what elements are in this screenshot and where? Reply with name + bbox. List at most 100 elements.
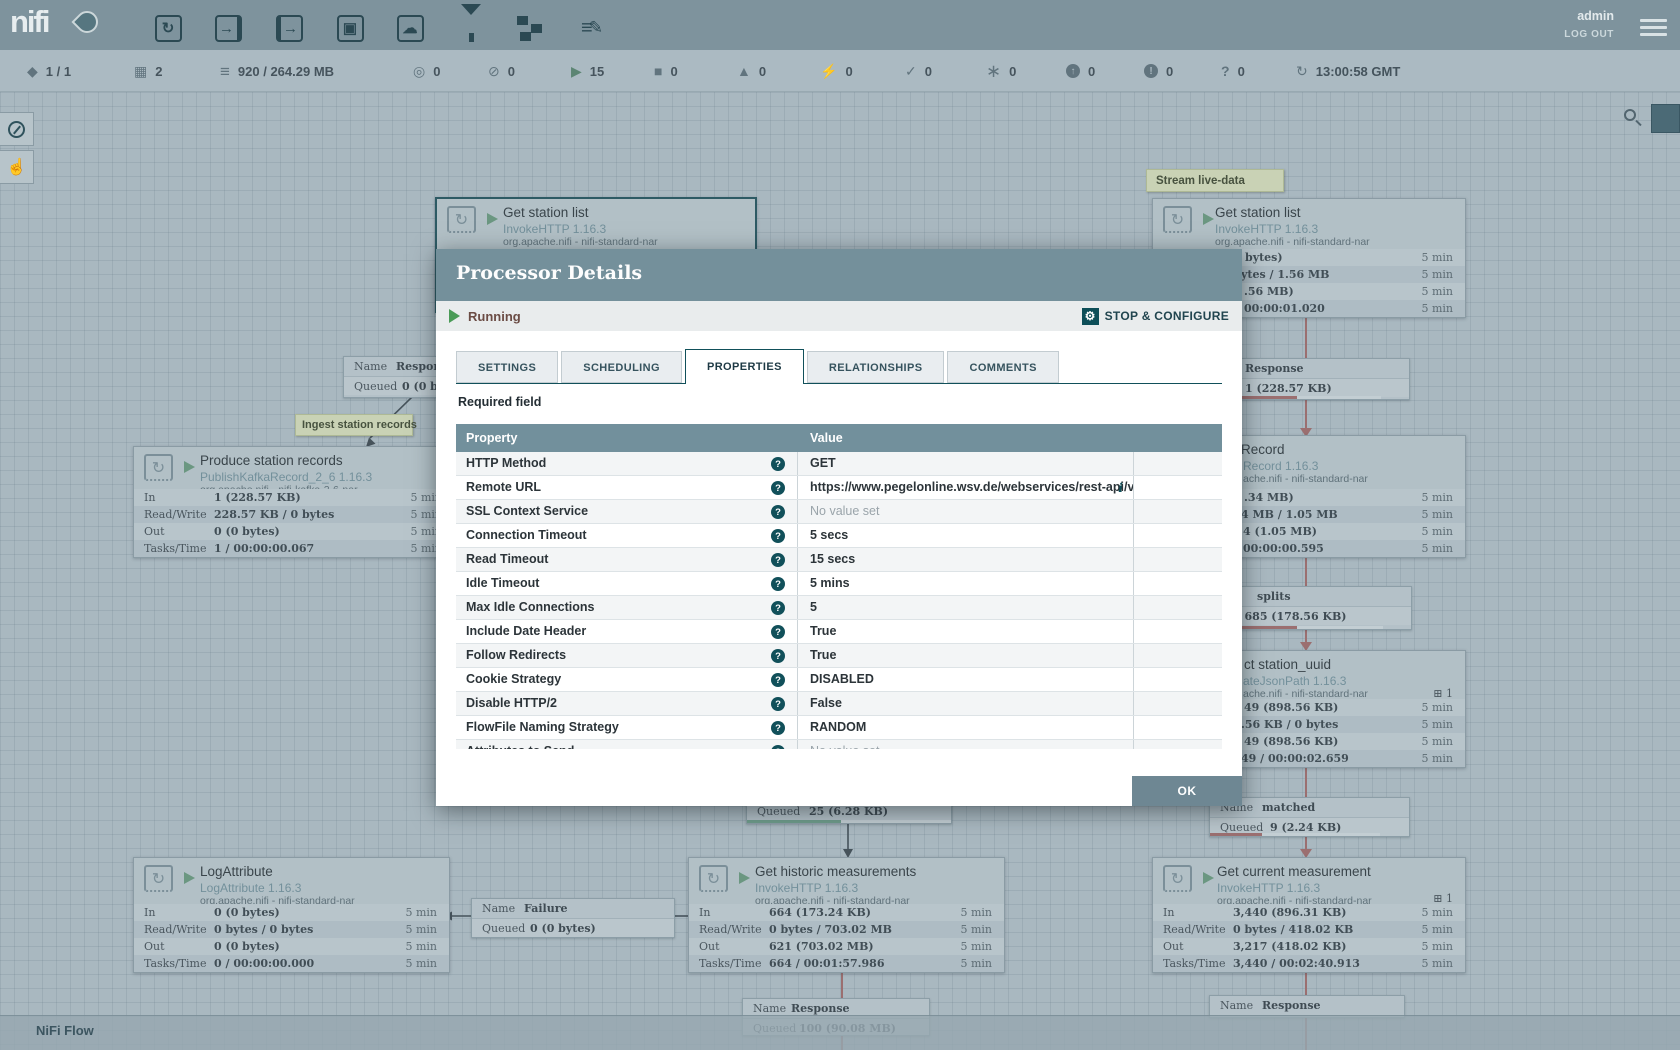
queued-icon: ≡ [220,63,230,80]
properties-table: Property Value HTTP Method? GET Remote U… [456,424,1222,749]
disabled-icon: ⚡ [820,64,837,78]
tab-comments[interactable]: COMMENTS [947,351,1058,383]
dialog-title: Processor Details [456,262,642,284]
gear-icon: ⚙ [1082,308,1099,325]
processor-title: Produce station records [200,453,343,468]
stop-and-configure-button[interactable]: ⚙ STOP & CONFIGURE [1082,308,1229,325]
info-icon[interactable]: i [1118,476,1123,499]
property-row: Connection Timeout? 5 secs [456,524,1222,548]
property-row: Follow Redirects? True [456,644,1222,668]
processor-stats: In3,440 (896.31 KB)5 min Read/Write0 byt… [1153,904,1465,972]
processor-stats: In664 (173.24 KB)5 min Read/Write0 bytes… [689,904,1004,972]
processor-title: Get station list [503,205,589,220]
search-toggle-button[interactable] [1651,104,1680,133]
status-bar: ◆1 / 1 ▦2 ≡920 / 264.29 MB ◎0 ⊘0 ▶15 ■0 … [0,50,1680,92]
status-not-transmitting: ⊘0 [488,50,515,92]
breadcrumb[interactable]: NiFi Flow [36,1023,94,1038]
help-icon[interactable]: ? [771,697,785,711]
processor-stats: In0 (0 bytes)5 min Read/Write0 bytes / 0… [134,904,449,972]
status-locally-modified-stale: !0 [1144,50,1173,92]
processor-log-attribute[interactable]: ↻ LogAttribute LogAttribute 1.16.3 org.a… [133,857,450,973]
hand-icon: ☝ [7,157,27,177]
global-menu-icon[interactable] [1640,15,1667,40]
search-icon[interactable] [1624,109,1636,121]
property-row: HTTP Method? GET [456,452,1222,476]
processor-bundle: org.apache.nifi - nifi-standard-nar [1215,236,1370,248]
nifi-drop-icon [71,6,102,37]
status-stopped: ■0 [654,50,678,92]
help-icon[interactable]: ? [771,601,785,615]
dialog-status-row: Running ⚙ STOP & CONFIGURE [436,301,1242,331]
running-status-icon [449,309,460,323]
processor-stats: In1 (228.57 KB)5 min Read/Write228.57 KB… [134,489,454,557]
invalid-icon: ▲ [737,64,751,78]
tab-settings[interactable]: SETTINGS [456,351,558,383]
status-up-to-date: ✓0 [905,50,932,92]
processor-produce-station-records[interactable]: ↻ Produce station records PublishKafkaRe… [133,446,455,558]
help-icon[interactable]: ? [771,721,785,735]
label-stream-live-data[interactable]: Stream live-data [1146,169,1284,192]
help-icon[interactable]: ? [771,505,785,519]
dialog-header: Processor Details [436,249,1242,301]
running-status-label: Running [468,309,521,324]
property-row: Idle Timeout? 5 mins [456,572,1222,596]
help-icon[interactable]: ? [771,553,785,567]
processor-icon: ↻ [144,865,173,892]
help-icon[interactable]: ? [771,745,785,749]
processor-title: Get station list [1215,205,1301,220]
status-stale: ↑0 [1066,50,1095,92]
stale-icon: ↑ [1066,64,1080,78]
drag-template-icon[interactable] [512,11,548,45]
property-row: Max Idle Connections? 5 [456,596,1222,620]
property-row: Include Date Header? True [456,620,1222,644]
help-icon[interactable]: ? [771,529,785,543]
sync-failure-icon: ? [1221,64,1230,78]
drag-label-icon[interactable]: ≡✎ [574,11,610,45]
threads-icon: ▦ [134,64,147,78]
processor-get-current-measurement[interactable]: ↻ Get current measurement InvokeHTTP 1.1… [1152,857,1466,973]
property-row-clipped: Attributes to Send? No value set [456,740,1222,749]
status-disabled: ⚡0 [820,50,853,92]
processor-type: InvokeHTTP 1.16.3 [1215,222,1318,236]
processor-title: Record [1241,442,1285,457]
help-icon[interactable]: ? [771,577,785,591]
status-threads: ▦2 [134,50,162,92]
drag-output-port-icon[interactable]: → [271,11,307,45]
help-icon[interactable]: ? [771,481,785,495]
connection-response-left[interactable]: NameResponse Queued0 (0 bytes [343,356,449,398]
status-invalid: ▲0 [737,50,766,92]
processor-bundle: org.apache.nifi - nifi-standard-nar [503,236,658,248]
drag-input-port-icon[interactable]: → [210,11,246,45]
help-icon[interactable]: ? [771,625,785,639]
drag-process-group-icon[interactable]: ▣ [332,11,368,45]
status-locally-modified: ∗0 [986,50,1016,92]
running-status-icon [739,872,750,884]
connection-failure[interactable]: NameFailure Queued0 (0 bytes) [471,898,675,938]
label-ingest-station-records[interactable]: Ingest station records [295,414,413,436]
operate-palette-button[interactable]: ☝ [0,150,34,184]
processor-details-dialog: Processor Details Running ⚙ STOP & CONFI… [436,249,1242,806]
drag-remote-process-group-icon[interactable]: ☁ [392,11,428,45]
current-user: admin [1577,9,1614,23]
logout-link[interactable]: LOG OUT [1564,29,1614,40]
drag-processor-icon[interactable]: ↻ [150,11,186,45]
compass-icon [8,121,25,138]
tab-relationships[interactable]: RELATIONSHIPS [807,351,945,383]
status-queued: ≡920 / 264.29 MB [220,50,334,92]
refresh-icon[interactable]: ↻ [1296,64,1308,78]
running-status-icon [487,213,498,225]
drag-funnel-icon[interactable] [453,11,489,45]
ok-button[interactable]: OK [1132,776,1242,806]
help-icon[interactable]: ? [771,457,785,471]
status-sync-failure: ?0 [1221,50,1245,92]
help-icon[interactable]: ? [771,673,785,687]
help-icon[interactable]: ? [771,649,785,663]
refresh-time: 13:00:58 GMT [1316,64,1401,79]
navigate-palette-button[interactable] [0,112,34,146]
tab-properties[interactable]: PROPERTIES [685,349,804,384]
running-status-icon [1203,872,1214,884]
processor-get-historic-measurements[interactable]: ↻ Get historic measurements InvokeHTTP 1… [688,857,1005,973]
queue-bar [1210,833,1380,836]
tab-scheduling[interactable]: SCHEDULING [561,351,682,383]
not-transmitting-icon: ⊘ [488,64,500,78]
